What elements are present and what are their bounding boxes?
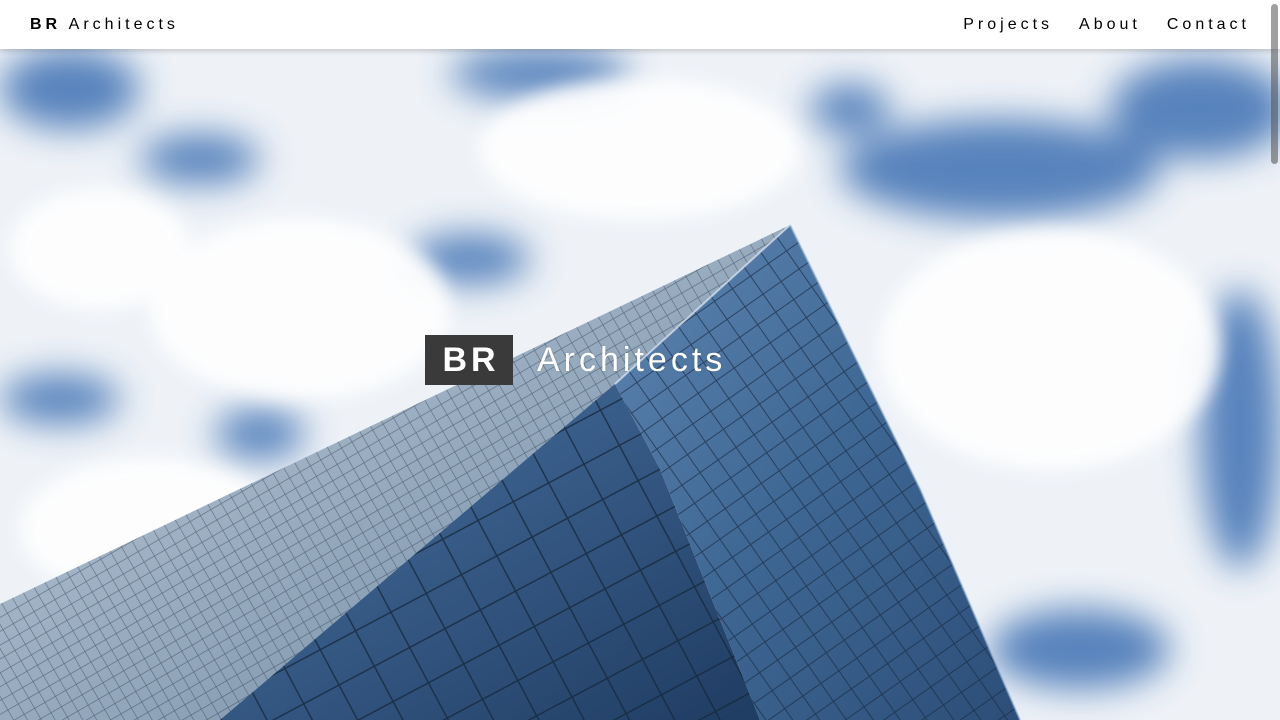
hero-logo-name: Architects <box>537 340 727 379</box>
nav-link-about[interactable]: About <box>1053 16 1141 34</box>
nav-link-projects[interactable]: Projects <box>937 16 1053 34</box>
hero-section: BR Architects <box>0 49 1280 720</box>
page: BR Architects Projects About Contact BR … <box>0 0 1280 720</box>
brand-logo-link[interactable]: BR Architects <box>30 16 179 34</box>
hero-logo: BR Architects <box>425 335 726 385</box>
main-nav: Projects About Contact <box>937 16 1250 34</box>
page-scrollbar[interactable] <box>1268 0 1280 720</box>
nav-link-contact[interactable]: Contact <box>1141 16 1250 34</box>
brand-name: Architects <box>68 15 179 33</box>
scrollbar-thumb[interactable] <box>1271 4 1278 164</box>
hero-logo-initials: BR <box>425 335 513 385</box>
brand-initials: BR <box>30 15 62 33</box>
top-navigation-bar: BR Architects Projects About Contact <box>0 0 1280 49</box>
